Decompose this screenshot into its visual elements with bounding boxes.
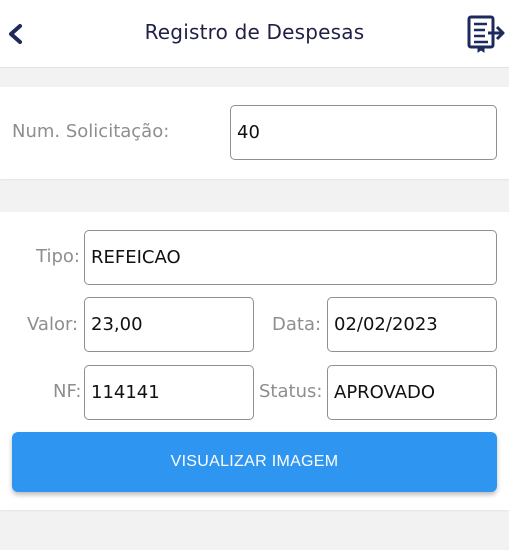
- tipo-label: Tipo:: [36, 246, 80, 267]
- page-title: Registro de Despesas: [144, 20, 365, 44]
- status-label: Status:: [259, 381, 323, 402]
- status-field[interactable]: [327, 365, 497, 420]
- document-export-icon[interactable]: [466, 13, 506, 53]
- valor-label: Valor:: [27, 314, 79, 335]
- num-solicitacao-field[interactable]: [230, 105, 497, 160]
- request-card: Num. Solicitação:: [0, 87, 509, 179]
- app-header: Registro de Despesas: [0, 0, 509, 68]
- data-field[interactable]: [327, 297, 497, 352]
- valor-field[interactable]: [84, 297, 254, 352]
- num-solicitacao-label: Num. Solicitação:: [12, 121, 170, 142]
- data-label: Data:: [272, 314, 322, 335]
- nf-field[interactable]: [84, 365, 254, 420]
- nf-label: NF:: [53, 381, 82, 402]
- view-image-button[interactable]: VISUALIZAR IMAGEM: [12, 432, 497, 492]
- tipo-field[interactable]: [84, 230, 497, 285]
